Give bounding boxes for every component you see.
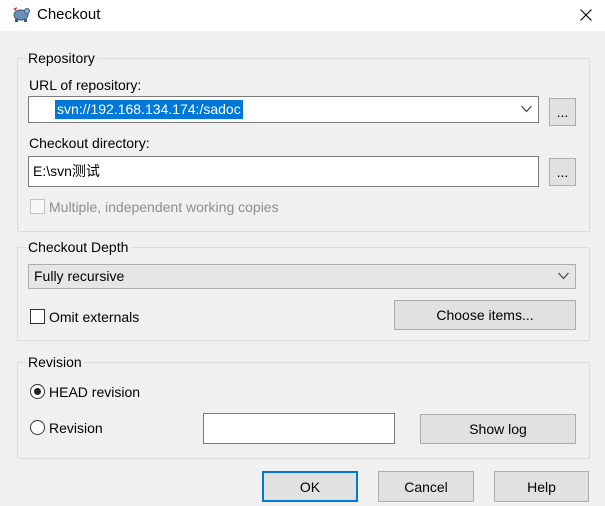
svn-turtle-icon xyxy=(11,5,31,23)
checkout-directory-input[interactable]: E:\svn测试 xyxy=(28,156,539,187)
head-revision-label: HEAD revision xyxy=(49,384,141,400)
revision-radio[interactable] xyxy=(30,420,45,435)
checkout-directory-label: Checkout directory: xyxy=(29,135,150,151)
ok-button[interactable]: OK xyxy=(262,471,358,502)
close-icon xyxy=(579,9,592,21)
chevron-down-icon xyxy=(521,105,532,113)
revision-label: Revision xyxy=(49,420,103,436)
show-log-button[interactable]: Show log xyxy=(420,414,576,444)
close-button[interactable] xyxy=(566,0,605,30)
revision-input[interactable] xyxy=(203,413,395,444)
repository-group-label: Repository xyxy=(26,49,97,67)
revision-group-label: Revision xyxy=(26,353,84,371)
url-browse-button[interactable]: ... xyxy=(549,98,576,126)
title-bar: Checkout xyxy=(0,0,605,31)
window-title: Checkout xyxy=(37,6,101,23)
cancel-button[interactable]: Cancel xyxy=(378,471,474,502)
multiple-copies-label: Multiple, independent working copies xyxy=(49,199,279,215)
omit-externals-label: Omit externals xyxy=(49,309,140,325)
omit-externals-checkbox[interactable] xyxy=(30,309,45,324)
multiple-copies-checkbox[interactable] xyxy=(30,199,45,214)
head-revision-radio[interactable] xyxy=(30,384,45,399)
checkout-depth-group-label: Checkout Depth xyxy=(26,238,131,256)
url-value: svn://192.168.134.174:/sadoc xyxy=(55,100,243,119)
url-label: URL of repository: xyxy=(29,77,142,93)
revision-group: Revision xyxy=(17,353,590,459)
directory-browse-button[interactable]: ... xyxy=(549,158,576,186)
depth-selected: Fully recursive xyxy=(34,268,125,284)
depth-dropdown[interactable]: Fully recursive xyxy=(28,264,576,289)
help-button[interactable]: Help xyxy=(494,471,589,502)
chevron-down-icon xyxy=(558,272,569,280)
choose-items-button[interactable]: Choose items... xyxy=(394,300,576,330)
url-combobox[interactable]: svn://192.168.134.174:/sadoc xyxy=(28,96,539,123)
